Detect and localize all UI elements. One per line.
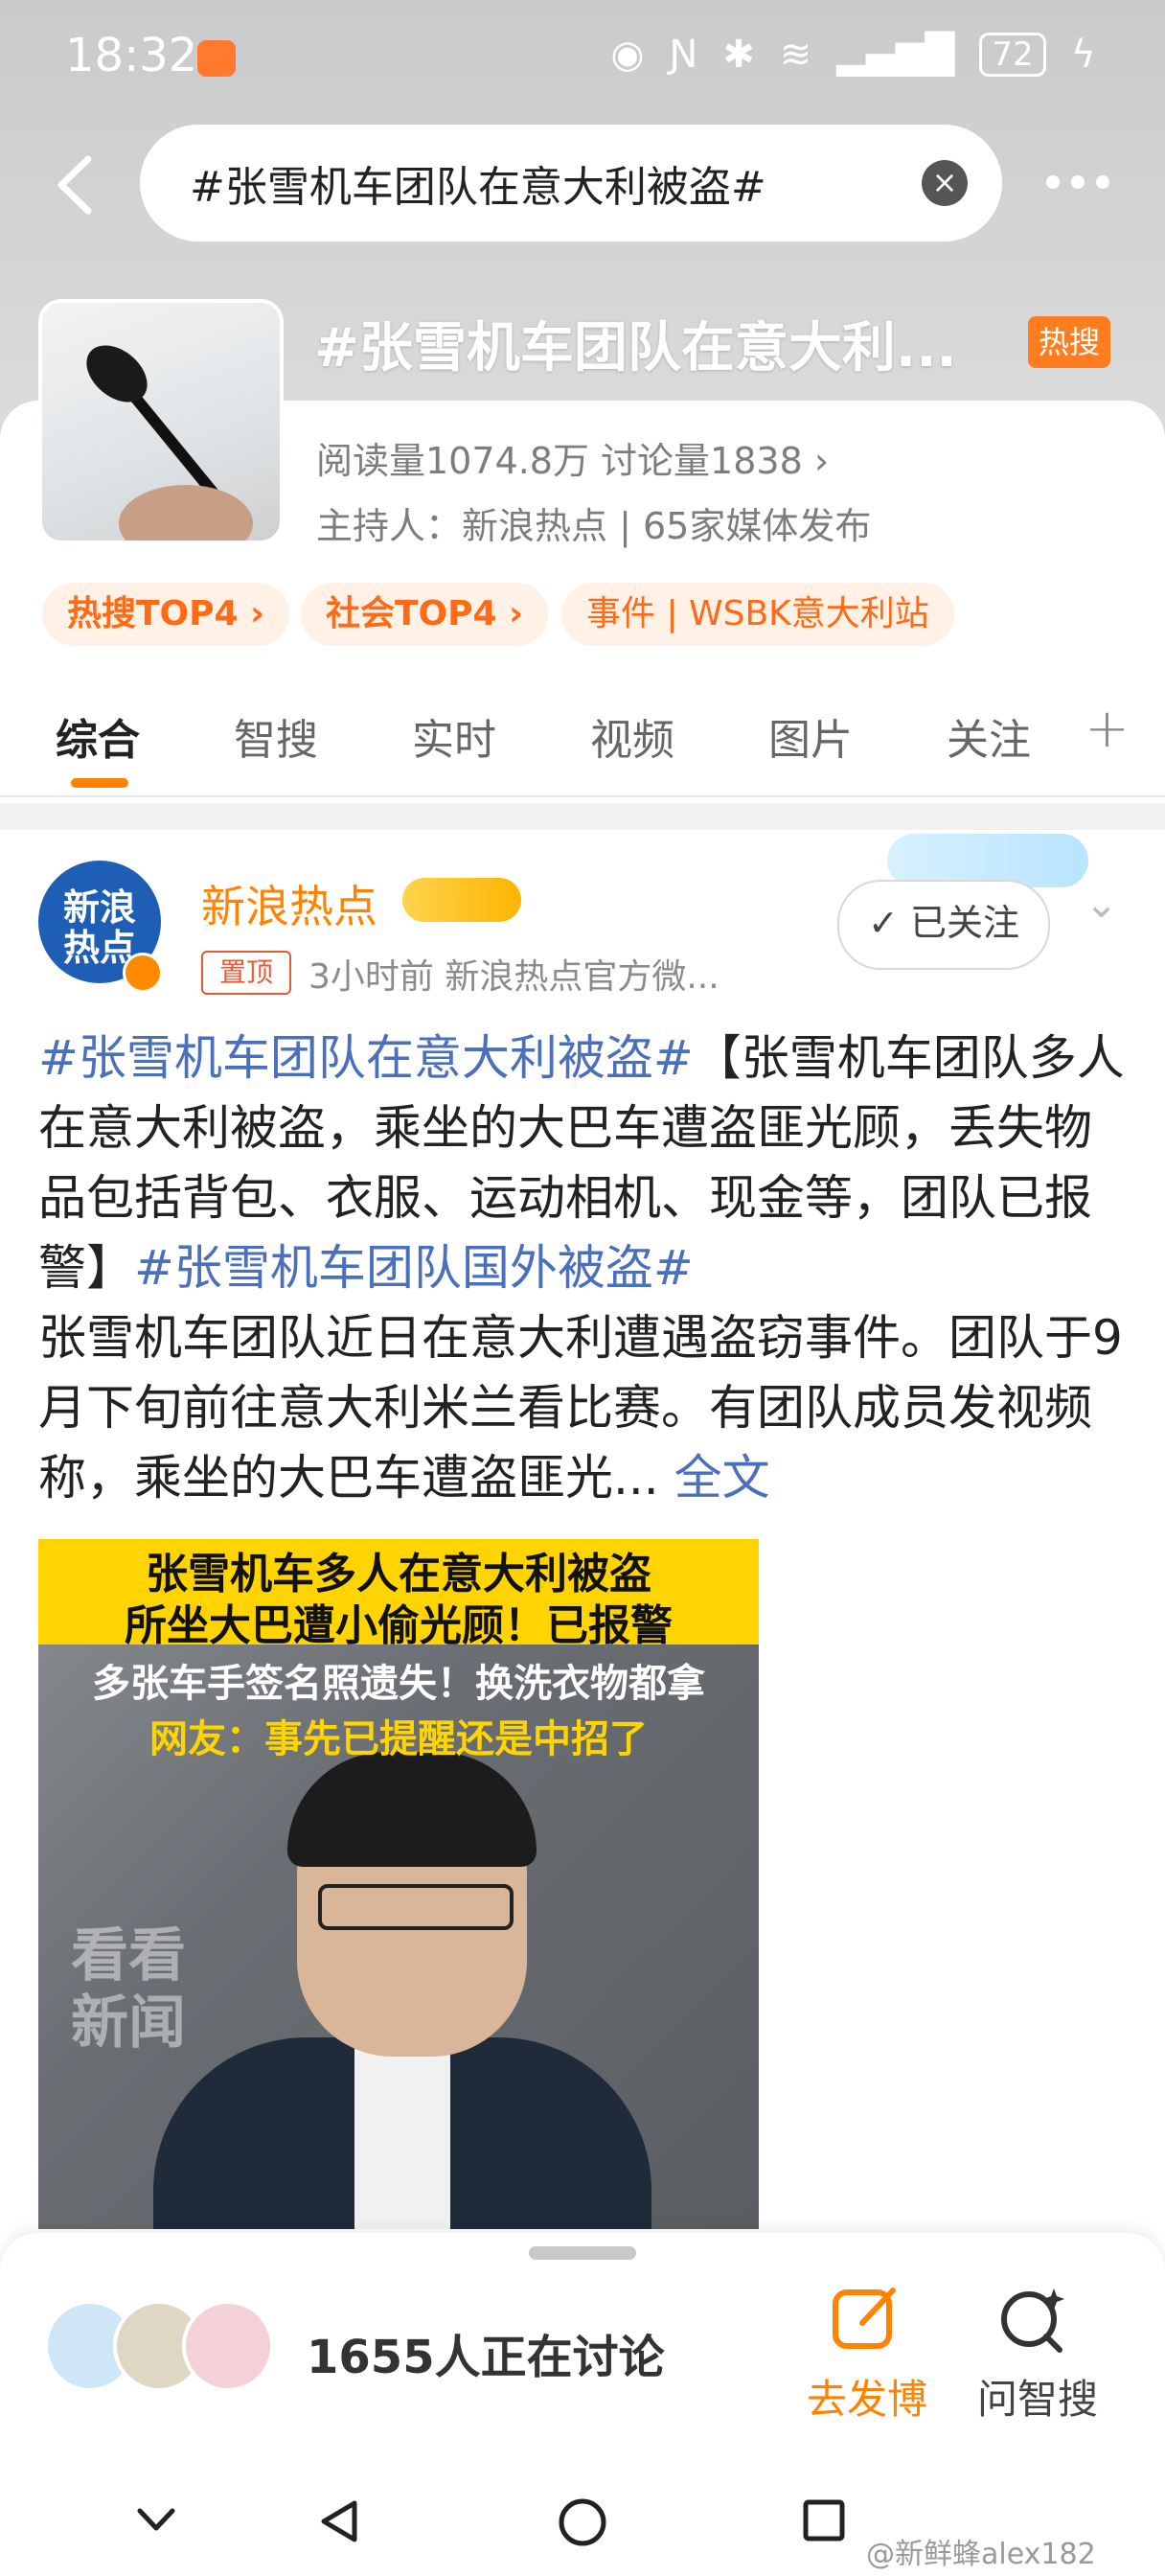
hot-badge: 热搜 xyxy=(1028,316,1110,368)
ai-search-button[interactable]: 问智搜 xyxy=(977,2367,1098,2426)
hot-rank-pill[interactable]: 热搜TOP4 › xyxy=(42,583,289,646)
news-watermark: 看看新闻 xyxy=(71,1922,186,2057)
tab-following[interactable]: 关注 xyxy=(947,705,1031,767)
compose-icon[interactable] xyxy=(830,2283,901,2354)
topic-host: 主持人：新浪热点 | 65家媒体发布 xyxy=(316,505,872,547)
tab-realtime[interactable]: 实时 xyxy=(412,705,496,767)
back-arrow-icon xyxy=(57,155,92,215)
verified-icon xyxy=(123,953,163,993)
chevron-down-icon[interactable]: ⌄ xyxy=(1085,880,1118,927)
more-options-button[interactable] xyxy=(1046,169,1123,196)
tab-images[interactable]: 图片 xyxy=(768,705,853,767)
dot-icon xyxy=(1071,175,1085,189)
divider xyxy=(0,795,1165,797)
home-nav-icon[interactable] xyxy=(558,2497,607,2551)
topic-stats[interactable]: 阅读量1074.8万 讨论量1838 › xyxy=(316,431,829,484)
image-caption-4: 网友：事先已提醒还是中招了 xyxy=(149,1716,648,1761)
post-text: #张雪机车团队在意大利被盗#【张雪机车团队多人在意大利被盗，乘坐的大巴车遭盗匪光… xyxy=(38,1024,1127,1513)
topic-title: #张雪机车团队在意大利... xyxy=(314,317,957,380)
hashtag-link[interactable]: #张雪机车团队在意大利被盗# xyxy=(38,1030,694,1086)
image-caption-3: 多张车手签名照遗失！换洗衣物都拿 xyxy=(92,1661,705,1706)
wifi-icon: ≋ xyxy=(779,33,812,77)
active-tab-indicator xyxy=(71,778,128,788)
anchor-shirt xyxy=(354,2037,450,2229)
expand-full-text-link[interactable]: 全文 xyxy=(659,1450,770,1506)
crown-badge-icon xyxy=(402,878,521,922)
recents-nav-icon[interactable] xyxy=(801,2497,847,2547)
clear-search-button[interactable]: × xyxy=(922,160,968,206)
compose-button[interactable]: 去发博 xyxy=(807,2367,927,2426)
battery-icon: 72 xyxy=(979,33,1046,77)
microphone-icon xyxy=(86,345,253,540)
status-bar: 18:32 ◉ Ɲ ✱ ≋ ▂▄▆█ 72 ϟ xyxy=(0,0,1165,115)
tab-comprehensive[interactable]: 综合 xyxy=(56,705,140,767)
drag-handle[interactable] xyxy=(529,2246,636,2260)
charging-icon: ϟ xyxy=(1070,33,1096,77)
post-meta: 3小时前 新浪热点官方微... xyxy=(308,957,720,997)
glasses-icon xyxy=(318,1884,514,1930)
bluetooth-icon: ✱ xyxy=(722,33,755,77)
hide-keyboard-icon[interactable] xyxy=(134,2497,178,2545)
follow-button[interactable]: ✓ 已关注 xyxy=(837,880,1050,970)
social-rank-pill[interactable]: 社会TOP4 › xyxy=(301,583,548,646)
post-body-2: 张雪机车团队近日在意大利遭遇盗窃事件。团队于9月下旬前往意大利米兰看比赛。有团队… xyxy=(38,1310,1123,1506)
topic-thumbnail xyxy=(38,299,284,544)
event-pill[interactable]: 事件 | WSBK意大利站 xyxy=(561,583,954,646)
hashtag-link[interactable]: #张雪机车团队国外被盗# xyxy=(134,1240,694,1296)
eye-icon: ◉ xyxy=(610,33,645,77)
author-name[interactable]: 新浪热点 xyxy=(201,872,377,935)
search-input[interactable]: #张雪机车团队在意大利被盗# xyxy=(140,125,1002,242)
avatar xyxy=(182,2300,274,2392)
add-tab-icon[interactable]: + xyxy=(1085,698,1130,760)
watermark-credit: @新鲜蜂alex182 xyxy=(866,2538,1096,2571)
pinned-badge: 置顶 xyxy=(201,951,291,995)
back-button[interactable] xyxy=(48,151,105,218)
post-image[interactable]: 张雪机车多人在意大利被盗 所坐大巴遭小偷光顾！已报警 多张车手签名照遗失！换洗衣… xyxy=(38,1539,759,2229)
back-nav-icon[interactable] xyxy=(316,2497,364,2549)
signal-icon: ▂▄▆█ xyxy=(836,33,955,77)
participant-avatars[interactable] xyxy=(44,2300,284,2392)
tab-video[interactable]: 视频 xyxy=(590,705,674,767)
dot-icon xyxy=(1046,175,1060,189)
dot-icon xyxy=(1096,175,1109,189)
nfc-icon: Ɲ xyxy=(669,33,698,77)
image-caption-2: 所坐大巴遭小偷光顾！已报警 xyxy=(125,1601,673,1650)
status-time: 18:32 xyxy=(65,29,198,82)
tab-ai-search[interactable]: 智搜 xyxy=(234,705,318,767)
notification-app-icon xyxy=(197,40,236,77)
search-query: #张雪机车团队在意大利被盗# xyxy=(190,163,766,212)
ai-search-icon[interactable] xyxy=(996,2283,1069,2356)
discussion-count: 1655人正在讨论 xyxy=(307,2331,665,2384)
status-icons: ◉ Ɲ ✱ ≋ ▂▄▆█ 72 ϟ xyxy=(610,33,1096,77)
